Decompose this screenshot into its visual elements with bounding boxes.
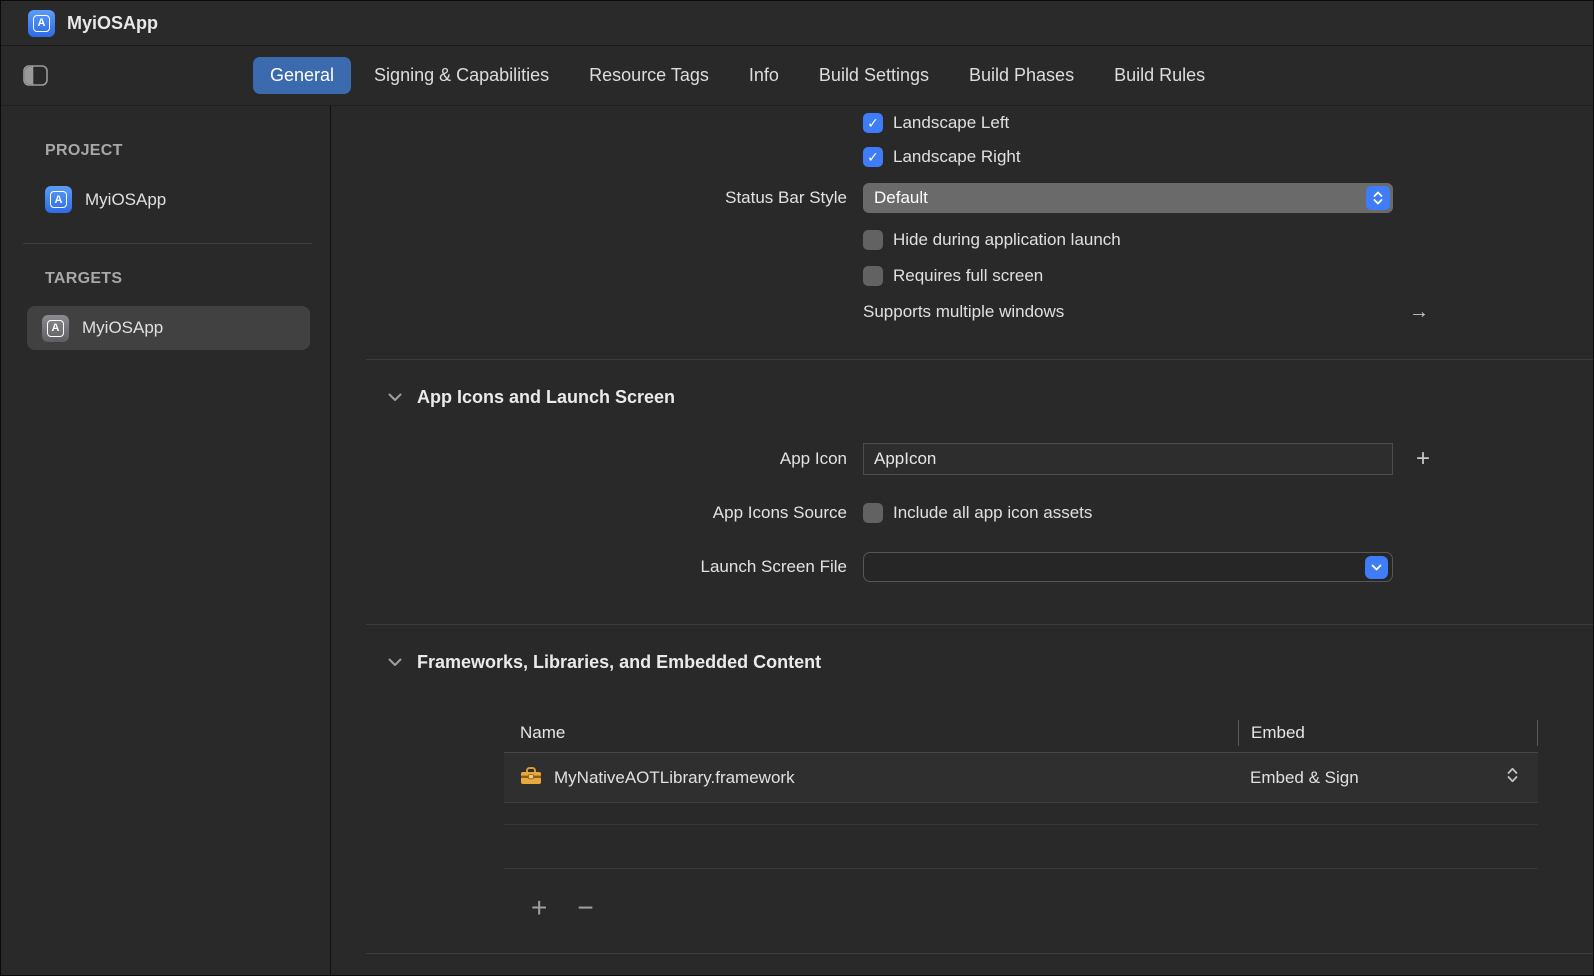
multiple-windows-label: Supports multiple windows bbox=[863, 302, 1064, 322]
framework-table-row[interactable]: MyNativeAOTLibrary.framework Embed & Sig… bbox=[504, 753, 1538, 803]
frameworks-section-header: Frameworks, Libraries, and Embedded Cont… bbox=[388, 649, 1593, 675]
include-all-app-icon-assets-label: Include all app icon assets bbox=[893, 503, 1092, 523]
app-icon-field[interactable]: AppIcon bbox=[863, 443, 1393, 475]
tab-strip: General Signing & Capabilities Resource … bbox=[253, 57, 1222, 94]
titlebar: A MyiOSApp bbox=[1, 1, 1593, 46]
empty-table-row bbox=[504, 825, 1538, 869]
tab-signing-capabilities[interactable]: Signing & Capabilities bbox=[357, 57, 566, 94]
section-divider bbox=[366, 953, 1593, 954]
launch-screen-file-label: Launch Screen File bbox=[331, 557, 863, 577]
frameworks-table-header: Name Embed bbox=[504, 713, 1538, 753]
tab-build-rules[interactable]: Build Rules bbox=[1097, 57, 1222, 94]
window-title: MyiOSApp bbox=[67, 13, 158, 34]
general-settings-pane: ✓ Landscape Left ✓ Landscape Right Statu… bbox=[331, 106, 1593, 975]
app-target-icon: A bbox=[28, 10, 55, 37]
framework-embed-value: Embed & Sign bbox=[1250, 768, 1359, 788]
sidebar-divider bbox=[23, 243, 312, 244]
section-divider bbox=[366, 624, 1593, 625]
status-bar-style-row: Status Bar Style Default bbox=[331, 174, 1593, 222]
status-bar-style-label: Status Bar Style bbox=[331, 188, 863, 208]
popup-stepper-icon bbox=[1366, 186, 1390, 210]
tab-resource-tags[interactable]: Resource Tags bbox=[572, 57, 726, 94]
tab-build-settings[interactable]: Build Settings bbox=[802, 57, 946, 94]
hide-during-launch-checkbox[interactable] bbox=[863, 230, 883, 250]
chevron-down-icon[interactable] bbox=[388, 387, 402, 407]
disclosure-arrow-icon[interactable]: → bbox=[1409, 301, 1429, 324]
app-icons-section-title: App Icons and Launch Screen bbox=[417, 387, 675, 408]
requires-full-screen-checkbox[interactable] bbox=[863, 266, 883, 286]
target-item-label: MyiOSApp bbox=[82, 318, 163, 338]
include-all-app-icon-assets-checkbox[interactable] bbox=[863, 503, 883, 523]
remove-framework-button[interactable]: − bbox=[577, 894, 593, 922]
tab-general[interactable]: General bbox=[253, 57, 351, 94]
app-icon-label: App Icon bbox=[331, 449, 863, 469]
toolbox-icon bbox=[519, 765, 543, 791]
column-header-embed: Embed bbox=[1238, 720, 1538, 746]
landscape-left-checkbox[interactable]: ✓ bbox=[863, 113, 883, 133]
empty-table-row bbox=[504, 803, 1538, 825]
column-header-name: Name bbox=[504, 723, 1238, 743]
sidebar-item-project[interactable]: A MyiOSApp bbox=[45, 186, 330, 213]
target-icon: A bbox=[42, 315, 69, 342]
status-bar-style-value: Default bbox=[874, 188, 928, 208]
multiple-windows-row: Supports multiple windows → bbox=[331, 293, 1593, 331]
editor-tab-bar: General Signing & Capabilities Resource … bbox=[1, 46, 1593, 106]
requires-full-screen-label: Requires full screen bbox=[893, 266, 1043, 286]
sidebar-item-target[interactable]: A MyiOSApp bbox=[27, 306, 310, 350]
add-framework-button[interactable]: + bbox=[531, 894, 547, 922]
landscape-left-label: Landscape Left bbox=[893, 113, 1009, 133]
frameworks-section-title: Frameworks, Libraries, and Embedded Cont… bbox=[417, 652, 821, 673]
app-icon-value: AppIcon bbox=[874, 449, 936, 469]
hide-during-launch-row: Hide during application launch bbox=[331, 222, 1593, 258]
app-icons-section-header: App Icons and Launch Screen bbox=[388, 384, 1593, 410]
chevron-down-icon[interactable] bbox=[388, 652, 402, 672]
table-edit-buttons: + − bbox=[531, 893, 1593, 923]
embed-popup-chevrons-icon[interactable] bbox=[1507, 767, 1518, 788]
landscape-right-row: ✓ Landscape Right bbox=[331, 140, 1593, 174]
tab-build-phases[interactable]: Build Phases bbox=[952, 57, 1091, 94]
landscape-right-checkbox[interactable]: ✓ bbox=[863, 147, 883, 167]
app-icons-source-row: App Icons Source Include all app icon as… bbox=[331, 496, 1593, 530]
project-icon: A bbox=[45, 186, 72, 213]
app-icon-row: App Icon AppIcon + bbox=[331, 442, 1593, 476]
xcode-window: A MyiOSApp General Signing & Capabilitie… bbox=[0, 0, 1594, 976]
landscape-left-row: ✓ Landscape Left bbox=[331, 106, 1593, 140]
targets-section-header: TARGETS bbox=[45, 270, 330, 288]
app-icons-source-label: App Icons Source bbox=[331, 503, 863, 523]
launch-screen-file-combo[interactable] bbox=[863, 552, 1393, 582]
requires-full-screen-row: Requires full screen bbox=[331, 258, 1593, 293]
sidebar-toggle-icon[interactable] bbox=[23, 65, 48, 86]
landscape-right-label: Landscape Right bbox=[893, 147, 1021, 167]
hide-during-launch-label: Hide during application launch bbox=[893, 230, 1121, 250]
launch-screen-file-row: Launch Screen File bbox=[331, 550, 1593, 584]
add-app-icon-button[interactable]: + bbox=[1416, 447, 1430, 471]
frameworks-table: Name Embed MyNativeAOTLib bbox=[504, 713, 1538, 869]
project-item-label: MyiOSApp bbox=[85, 190, 166, 210]
project-section-header: PROJECT bbox=[45, 142, 330, 160]
status-bar-style-popup[interactable]: Default bbox=[863, 183, 1393, 213]
section-divider bbox=[366, 359, 1593, 360]
project-navigator-sidebar: PROJECT A MyiOSApp TARGETS A MyiOSApp bbox=[1, 106, 331, 975]
framework-name: MyNativeAOTLibrary.framework bbox=[554, 768, 795, 788]
combo-chevron-icon[interactable] bbox=[1365, 556, 1388, 579]
tab-info[interactable]: Info bbox=[732, 57, 796, 94]
